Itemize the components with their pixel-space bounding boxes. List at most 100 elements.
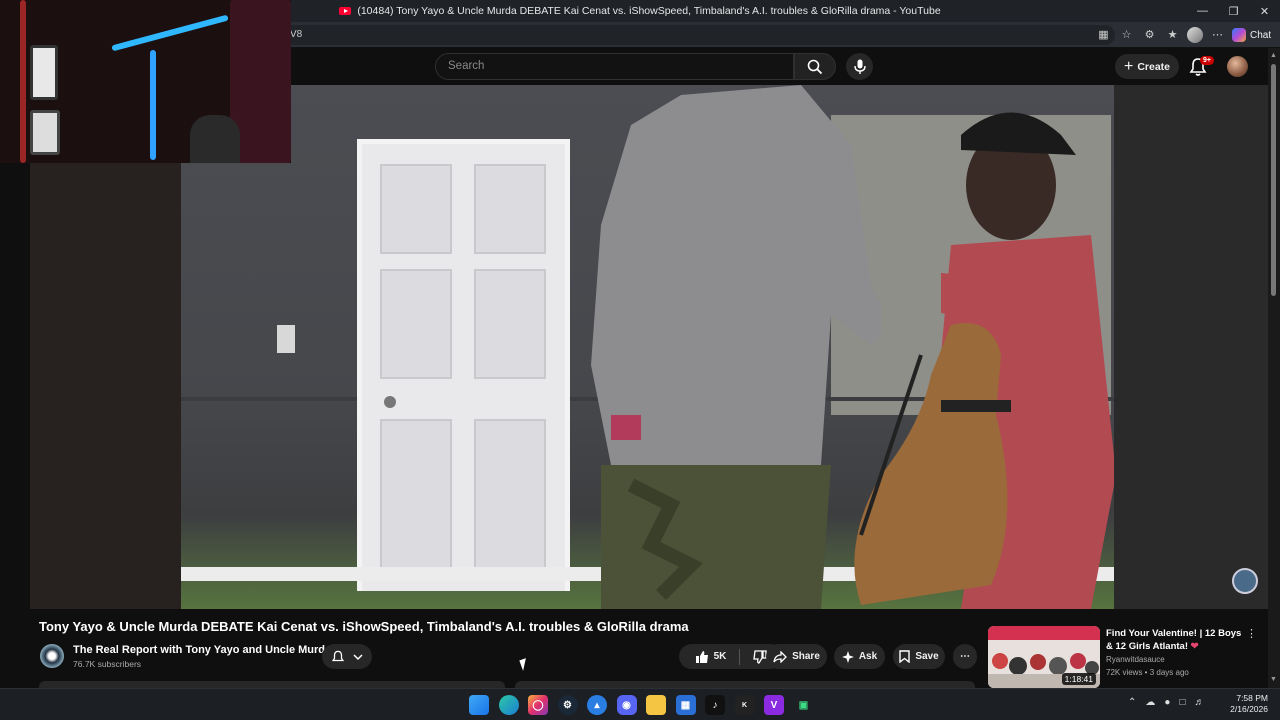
app-available-icon[interactable]: ▦	[1095, 26, 1112, 43]
door-panel	[380, 419, 452, 569]
video-player[interactable]	[30, 85, 1268, 609]
address-text: V8	[290, 29, 303, 40]
create-button[interactable]: + Create	[1115, 54, 1179, 79]
kick-icon[interactable]: K	[734, 695, 755, 715]
video-left-pillar	[30, 85, 181, 609]
video-duration: 1:18:41	[1061, 673, 1096, 685]
instagram-icon[interactable]: ◯	[528, 695, 548, 715]
channel-watermark[interactable]	[1232, 568, 1258, 594]
neon-light	[20, 0, 26, 163]
chat-label: Chat	[1250, 29, 1272, 41]
copilot-icon	[1232, 28, 1246, 42]
channel-avatar[interactable]	[40, 644, 64, 668]
favorites-icon[interactable]: ★	[1164, 26, 1181, 43]
store-icon[interactable]: ▦	[675, 695, 696, 715]
thumbs-up-icon[interactable]	[695, 650, 709, 664]
minimize-icon[interactable]: —	[1187, 0, 1218, 22]
recommended-meta: 72K views • 3 days ago	[1106, 668, 1189, 677]
microphone-icon	[853, 59, 866, 74]
window-controls: — ❐ ✕	[1187, 0, 1280, 22]
restore-icon[interactable]: ❐	[1218, 0, 1249, 22]
scroll-up-arrow-icon[interactable]: ▲	[1270, 52, 1277, 59]
search-input[interactable]: Search	[435, 53, 794, 80]
door-panel	[474, 269, 546, 379]
bookmark-icon	[899, 650, 911, 663]
address-input[interactable]: V8	[285, 25, 1115, 45]
more-actions-button[interactable]: ⋯	[953, 644, 977, 669]
subscription-notification-button[interactable]	[322, 644, 372, 669]
like-divider	[739, 648, 741, 665]
ask-label: Ask	[858, 651, 878, 662]
door-panel	[380, 164, 452, 254]
microphone-tray-icon[interactable]: ●	[1164, 697, 1170, 708]
extensions-icon[interactable]: ⚙	[1141, 26, 1158, 43]
discord-icon[interactable]: ◉	[616, 695, 637, 715]
close-icon[interactable]: ✕	[1249, 0, 1280, 22]
mouse-cursor	[519, 658, 530, 671]
video-frame	[181, 85, 1116, 609]
plus-icon: +	[1123, 57, 1134, 75]
channel-name[interactable]: The Real Report with Tony Yayo and Uncle…	[73, 644, 331, 656]
taskbar-apps: ◯ ⚙ ▴ ◉ ▦ ♪ K V ▣	[469, 695, 814, 715]
edge-icon[interactable]	[498, 695, 519, 715]
heart-icon: ❤	[1190, 641, 1199, 652]
address-icons: ▦ ☆ ⚙ ★ ⋯	[1095, 26, 1226, 43]
browser-menu-icon[interactable]: ⋯	[1209, 26, 1226, 43]
streamer	[190, 115, 240, 163]
door-panel	[474, 419, 546, 569]
display-icon[interactable]: □	[1179, 697, 1185, 708]
sparkle-icon	[841, 650, 854, 663]
steam-icon[interactable]: ⚙	[557, 695, 578, 715]
app-icon[interactable]: ▴	[587, 695, 607, 715]
cloud-icon[interactable]: ☁	[1145, 697, 1155, 708]
browser-profile-icon[interactable]	[1187, 26, 1203, 43]
recommended-video-thumbnail[interactable]: 1:18:41	[988, 626, 1100, 688]
search-button[interactable]	[794, 53, 836, 80]
wall-frame	[30, 110, 60, 155]
tab-title[interactable]: (10484) Tony Yayo & Uncle Murda DEBATE K…	[357, 5, 940, 17]
youtube-favicon-icon	[339, 7, 352, 15]
comments-box[interactable]	[515, 681, 975, 688]
white-door	[357, 139, 570, 591]
door-panel	[380, 269, 452, 379]
dog	[854, 323, 1011, 605]
scrollbar-thumb[interactable]	[1271, 64, 1276, 296]
windows-taskbar: ◯ ⚙ ▴ ◉ ▦ ♪ K V ▣ ⌃ ☁ ● □ ♬ 7:58 PM 2/16…	[0, 688, 1280, 720]
android-icon[interactable]: ▣	[793, 695, 814, 715]
scroll-down-arrow-icon[interactable]: ▼	[1270, 676, 1277, 683]
tiktok-icon[interactable]: ♪	[705, 695, 725, 715]
system-tray: ⌃ ☁ ● □ ♬	[1128, 697, 1204, 708]
description-box[interactable]	[39, 681, 505, 688]
copilot-chat-button[interactable]: Chat	[1232, 25, 1271, 45]
save-button[interactable]: Save	[893, 644, 945, 669]
ask-button[interactable]: Ask	[834, 644, 885, 669]
door-panel	[474, 164, 546, 254]
page-scrollbar[interactable]: ▲ ▼	[1268, 48, 1280, 688]
recommended-video-title[interactable]: Find Your Valentine! | 12 Boys & 12 Girl…	[1106, 627, 1246, 653]
notification-badge: 9+	[1200, 56, 1214, 65]
volume-icon[interactable]: ♬	[1194, 697, 1204, 708]
vimeo-icon[interactable]: V	[764, 695, 784, 715]
clock-date: 2/16/2026	[1230, 704, 1268, 714]
subscriber-count: 76.7K subscribers	[73, 659, 142, 669]
share-button[interactable]: Share	[766, 644, 827, 669]
recommended-channel[interactable]: Ryanwitdasauce	[1106, 655, 1165, 664]
favorite-star-icon[interactable]: ☆	[1118, 26, 1135, 43]
video-title: Tony Yayo & Uncle Murda DEBATE Kai Cenat…	[39, 619, 689, 634]
like-count[interactable]: 5K	[714, 651, 727, 662]
recommended-more-icon[interactable]: ⋮	[1246, 627, 1257, 640]
neon-light	[111, 14, 229, 52]
description-box-edge	[39, 681, 975, 688]
voice-search-button[interactable]	[846, 53, 873, 80]
share-label: Share	[792, 651, 820, 662]
wall-frame	[30, 45, 58, 100]
clock-time: 7:58 PM	[1236, 693, 1268, 703]
taskbar-clock[interactable]: 7:58 PM 2/16/2026	[1228, 693, 1268, 715]
chevron-up-icon[interactable]: ⌃	[1128, 697, 1136, 708]
share-icon	[773, 650, 788, 663]
file-explorer-icon[interactable]	[646, 695, 666, 715]
account-avatar[interactable]	[1227, 56, 1248, 77]
create-label: Create	[1137, 60, 1171, 73]
door-knob	[384, 396, 396, 408]
windows-start-icon[interactable]	[469, 695, 489, 715]
